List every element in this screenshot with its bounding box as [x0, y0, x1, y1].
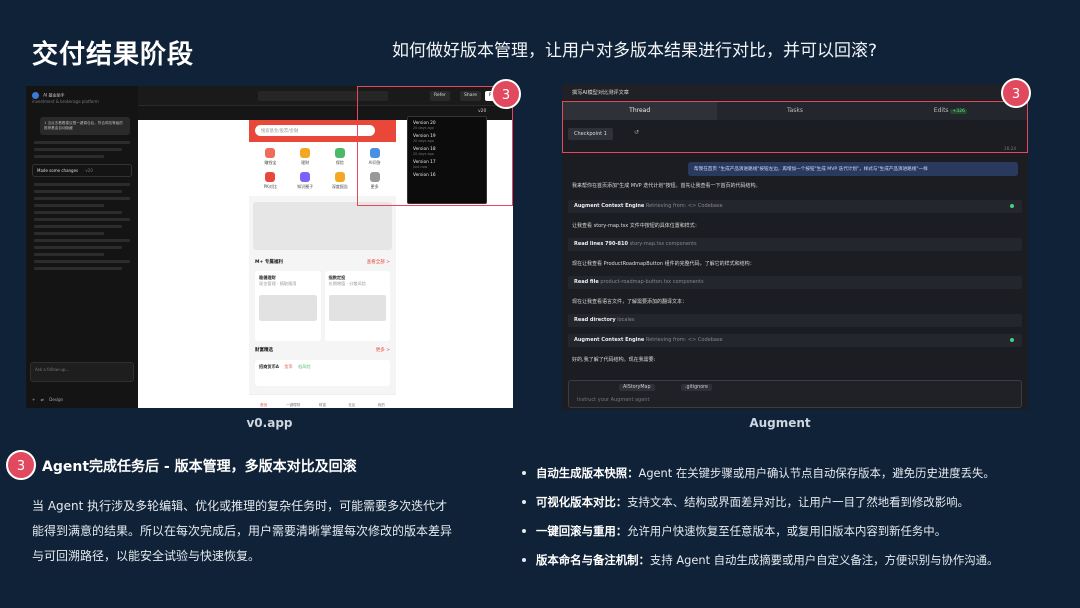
- tool-call[interactable]: Augment Context Engine Retrieving from: …: [568, 334, 1022, 347]
- augment-title: 撰写AI模型对比测评文章: [562, 84, 1028, 100]
- assistant-text: 让我查看 story-map.tsx 文件中按钮的具体位置和样式：: [572, 223, 700, 229]
- phone-banner: [253, 202, 392, 250]
- section-title: Agent完成任务后 - 版本管理，多版本对比及回滚: [42, 459, 357, 475]
- tool-call[interactable]: Augment Context Engine Retrieving from: …: [568, 200, 1022, 213]
- phone-card[interactable]: 指数定投 长期增值 · 分散风险: [324, 271, 390, 341]
- chat-text-line: [34, 155, 104, 158]
- chat-text-line: [34, 141, 130, 144]
- phone-tab[interactable]: 一键理财: [278, 395, 307, 408]
- bullet-item: 版本命名与备注机制：支持 Agent 自动生成摘要或用户自定义备注，方便识别与协…: [520, 552, 1065, 568]
- bullet-item: 可视化版本对比：支持文本、结构或界面差异对比，让用户一目了然地看到修改影响。: [520, 494, 1065, 510]
- phone-section-header: M+ 专属福利 查看全部 >: [255, 260, 390, 265]
- bullet-item: 自动生成版本快照：Agent 在关键步骤或用户确认节点自动保存版本，避免历史进度…: [520, 465, 1065, 481]
- phone-grid-item[interactable]: 赚钱宝: [253, 148, 288, 166]
- chat-text-line: [34, 197, 130, 200]
- mode-selector[interactable]: Design: [49, 397, 63, 402]
- agent-input-placeholder: Instruct your Augment agent: [577, 397, 650, 403]
- step-badge: 3: [491, 79, 521, 109]
- chat-text-line: [34, 211, 122, 214]
- status-dot: [1010, 338, 1014, 342]
- chat-text-line: [34, 260, 130, 263]
- phone-tab[interactable]: 财富: [308, 395, 337, 408]
- phone-tab-bar: 首页 一键理财 财富 社区 我的: [249, 394, 396, 408]
- follow-up-input[interactable]: Ask a follow-up...: [30, 362, 134, 382]
- context-chip[interactable]: .gitignore: [681, 384, 712, 391]
- chat-text-line: [34, 204, 104, 207]
- assistant-text: 现在让我查看 ProductRoadmapButton 组件的完整代码，了解它的…: [572, 261, 755, 267]
- feature-icon: [300, 172, 311, 182]
- chat-text-line: [34, 218, 130, 221]
- highlight-box: [357, 86, 513, 206]
- user-message-bubble: 1 当点击看看建议根一键调仓后，符合风险等级的推荐基金自动隐藏: [40, 117, 130, 135]
- phone-grid-item[interactable]: 深度报告: [323, 172, 358, 190]
- chat-text-line: [34, 183, 130, 186]
- section-paragraph: 当 Agent 执行涉及多轮编辑、优化或推理的复杂任务时，可能需要多次迭代才能得…: [32, 499, 453, 563]
- chat-text-line: [34, 267, 122, 270]
- chat-text-line: [34, 232, 104, 235]
- feature-bullets: 自动生成版本快照：Agent 在关键步骤或用户确认节点自动保存版本，避免历史进度…: [520, 465, 1065, 581]
- image-placeholder: [328, 295, 386, 321]
- feature-icon: [334, 148, 345, 158]
- context-chip[interactable]: AIStoryMap: [619, 384, 655, 391]
- left-caption: v0.app: [246, 416, 293, 430]
- tool-call[interactable]: Read file product-roadmap-button.tsx com…: [568, 276, 1022, 289]
- feature-icon: [265, 172, 276, 182]
- tool-call[interactable]: Read directory locales: [568, 314, 1022, 327]
- feature-icon: [300, 148, 311, 158]
- section-badge: 3: [6, 450, 36, 480]
- chat-text-line: [34, 225, 122, 228]
- step-badge: 3: [1001, 78, 1031, 108]
- image-placeholder: [259, 295, 317, 321]
- app-logo-icon: [32, 92, 39, 99]
- phone-grid-item[interactable]: 理财: [288, 148, 323, 166]
- phone-grid-item[interactable]: PK对比: [253, 172, 288, 190]
- v0-chat-header: AI 基金助手 investment & brokerage platform: [32, 92, 99, 104]
- swap-icon[interactable]: ⇄: [41, 397, 44, 402]
- slide-title: 交付结果阶段: [32, 40, 195, 70]
- phone-fund-item[interactable]: 招商货币A 货币 低风险: [255, 360, 390, 386]
- right-caption: Augment: [749, 416, 811, 430]
- phone-tab[interactable]: 我的: [367, 395, 396, 408]
- phone-grid-item[interactable]: 知识圈子: [288, 172, 323, 190]
- phone-card[interactable]: 稳健理财 现金管理 · 随取随用: [255, 271, 321, 341]
- highlight-box: [562, 101, 1028, 153]
- plus-icon[interactable]: +: [32, 397, 35, 402]
- chat-text-line: [34, 239, 130, 242]
- phone-grid-item[interactable]: 保险: [323, 148, 358, 166]
- chat-text-line: [34, 148, 122, 151]
- chat-footer: + ⇄ Design: [32, 397, 63, 402]
- assistant-text: 现在让我查看语言文件，了解需要添加的翻译文本：: [572, 299, 688, 305]
- phone-tab[interactable]: 社区: [337, 395, 366, 408]
- chat-text-line: [34, 246, 122, 249]
- phone-tab[interactable]: 首页: [249, 395, 278, 408]
- feature-icon: [334, 172, 345, 182]
- tool-call[interactable]: Read lines 790-810 story-map.tsx compone…: [568, 238, 1022, 251]
- agent-input[interactable]: AIStoryMap .gitignore Instruct your Augm…: [568, 380, 1022, 408]
- bullet-item: 一键回滚与重用：允许用户快速恢复至任意版本，或复用旧版本内容到新任务中。: [520, 523, 1065, 539]
- slide-subtitle: 如何做好版本管理，让用户对多版本结果进行对比，并可以回滚?: [392, 41, 878, 61]
- chat-text-line: [34, 253, 104, 256]
- made-changes-button[interactable]: Made some changes v20: [32, 164, 132, 177]
- assistant-text: 好的,我了解了代码结构。现在我需要:: [572, 357, 656, 363]
- status-dot: [1010, 204, 1014, 208]
- feature-icon: [265, 148, 276, 158]
- phone-fund-header: 财富精选 更多 >: [255, 348, 390, 353]
- user-message: 帮我在首页 "生成产品演进路线"按钮左边，再增加一个按钮"生成 MVP 迭代计划…: [688, 162, 1018, 176]
- chat-text-line: [34, 190, 122, 193]
- assistant-text: 我来帮你在首页添加"生成 MVP 迭代计划"按钮。首先让我查看一下首页的代码结构…: [572, 183, 761, 189]
- phone-cards: 稳健理财 现金管理 · 随取随用 指数定投 长期增值 · 分散风险: [249, 268, 396, 344]
- v0-chat-panel: AI 基金助手 investment & brokerage platform …: [26, 86, 138, 408]
